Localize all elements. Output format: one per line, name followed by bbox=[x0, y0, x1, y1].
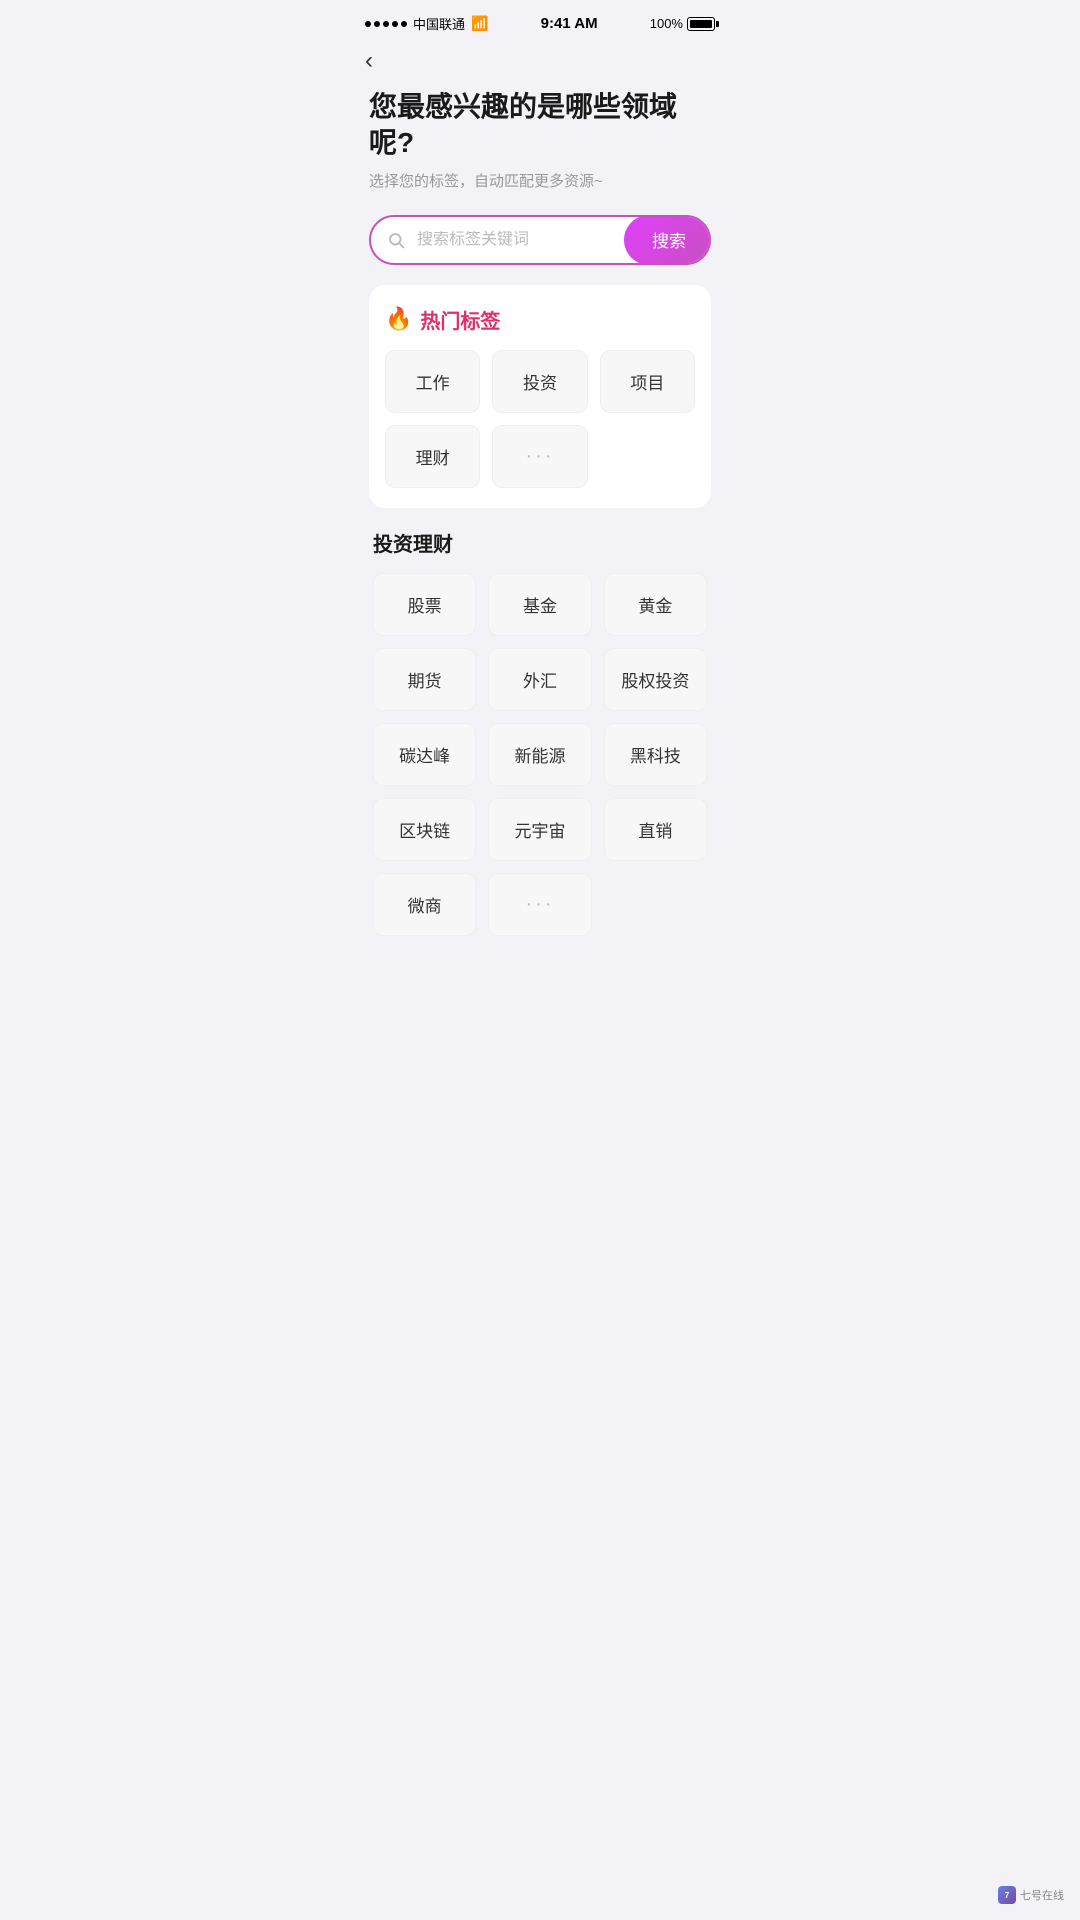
tag-item[interactable]: 区块链 bbox=[373, 798, 476, 861]
watermark: 7 七号在线 bbox=[998, 1886, 1064, 1904]
search-bar: 搜索 bbox=[369, 215, 711, 265]
watermark-logo: 7 bbox=[998, 1886, 1016, 1904]
tag-item[interactable]: 基金 bbox=[488, 573, 591, 636]
hot-tag-grid: 工作投资项目理财··· bbox=[385, 350, 695, 488]
page-subtitle: 选择您的标签，自动匹配更多资源~ bbox=[369, 170, 711, 191]
back-button[interactable]: ‹ bbox=[365, 49, 373, 73]
status-left: 中国联通 📶 bbox=[365, 14, 488, 33]
signal-dots bbox=[365, 21, 407, 27]
hot-section-header: 🔥 热门标签 bbox=[385, 305, 695, 334]
invest-tag-grid: 股票基金黄金期货外汇股权投资碳达峰新能源黑科技区块链元宇宙直销微商··· bbox=[373, 573, 707, 936]
invest-section-title: 投资理财 bbox=[373, 528, 707, 557]
carrier-label: 中国联通 bbox=[413, 14, 465, 33]
tag-item[interactable]: 股权投资 bbox=[604, 648, 707, 711]
tag-item[interactable]: 黑科技 bbox=[604, 723, 707, 786]
tag-item[interactable]: 工作 bbox=[385, 350, 480, 413]
hot-section-title: 热门标签 bbox=[420, 305, 500, 334]
tag-item[interactable]: 股票 bbox=[373, 573, 476, 636]
nav-bar: ‹ bbox=[345, 39, 735, 79]
search-icon bbox=[371, 231, 417, 249]
status-bar: 中国联通 📶 9:41 AM 100% bbox=[345, 0, 735, 39]
tag-item[interactable]: ··· bbox=[492, 425, 587, 488]
search-input[interactable] bbox=[417, 231, 624, 249]
invest-section: 投资理财 股票基金黄金期货外汇股权投资碳达峰新能源黑科技区块链元宇宙直销微商··… bbox=[369, 528, 711, 936]
hot-tags-section: 🔥 热门标签 工作投资项目理财··· bbox=[369, 285, 711, 508]
tag-item[interactable]: 微商 bbox=[373, 873, 476, 936]
page-title: 您最感兴趣的是哪些领域呢? bbox=[369, 89, 711, 162]
tag-item[interactable]: 投资 bbox=[492, 350, 587, 413]
tag-item[interactable]: ··· bbox=[488, 873, 591, 936]
tag-item[interactable]: 碳达峰 bbox=[373, 723, 476, 786]
tag-item[interactable]: 项目 bbox=[600, 350, 695, 413]
tag-item[interactable]: 黄金 bbox=[604, 573, 707, 636]
wifi-icon: 📶 bbox=[471, 15, 488, 32]
tag-item[interactable]: 理财 bbox=[385, 425, 480, 488]
battery-label: 100% bbox=[650, 16, 683, 31]
tag-item[interactable]: 元宇宙 bbox=[488, 798, 591, 861]
clock: 9:41 AM bbox=[541, 15, 598, 32]
page-content: 您最感兴趣的是哪些领域呢? 选择您的标签，自动匹配更多资源~ 搜索 🔥 热门标签… bbox=[345, 79, 735, 996]
tag-item[interactable]: 外汇 bbox=[488, 648, 591, 711]
tag-item[interactable]: 直销 bbox=[604, 798, 707, 861]
tag-item[interactable]: 新能源 bbox=[488, 723, 591, 786]
tag-item[interactable]: 期货 bbox=[373, 648, 476, 711]
search-button[interactable]: 搜索 bbox=[624, 215, 711, 265]
fire-icon: 🔥 bbox=[385, 306, 412, 332]
watermark-text: 七号在线 bbox=[1020, 1887, 1064, 1903]
battery-icon bbox=[687, 17, 715, 31]
status-right: 100% bbox=[650, 16, 715, 31]
